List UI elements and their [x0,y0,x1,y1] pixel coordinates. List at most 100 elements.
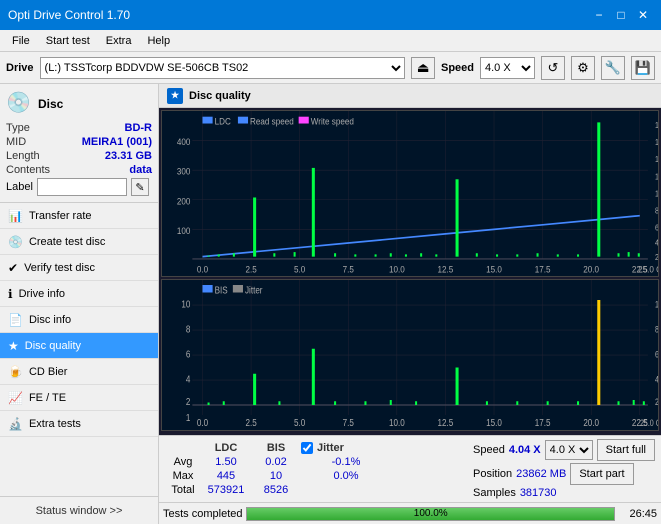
position-value: 23862 MB [516,468,566,480]
svg-text:2: 2 [186,396,191,407]
svg-text:20.0: 20.0 [583,417,599,428]
menu-help[interactable]: Help [139,33,178,49]
label-text: Label [6,181,33,193]
extra-tests-icon: 🔬 [8,417,23,431]
start-part-button[interactable]: Start part [570,463,633,485]
mid-label: MID [6,136,26,148]
svg-text:Write speed: Write speed [311,116,354,127]
total-ldc: 573921 [201,483,251,497]
nav-create-test-disc[interactable]: 💿 Create test disc [0,229,158,255]
nav-extra-tests[interactable]: 🔬 Extra tests [0,411,158,437]
verify-test-disc-icon: ✔ [8,261,18,275]
bis-chart-svg: 10 8 6 4 2 1 10% 8% 6% 4% 2% 0.0 2.5 5.0 [162,280,658,430]
nav-transfer-rate[interactable]: 📊 Transfer rate [0,203,158,229]
contents-label: Contents [6,164,50,176]
disc-length-row: Length 23.31 GB [6,150,152,162]
speed-result-select[interactable]: 4.0 X [545,440,593,460]
jitter-checkbox[interactable] [301,442,313,454]
save-button[interactable]: 💾 [631,56,655,80]
nav-drive-info[interactable]: ℹ Drive info [0,281,158,307]
max-jitter: 0.0% [301,469,391,483]
menu-extra[interactable]: Extra [98,33,140,49]
samples-value: 381730 [520,487,557,499]
disc-quality-title: Disc quality [189,90,251,102]
svg-text:5.0: 5.0 [294,264,305,275]
samples-label: Samples [473,487,516,499]
svg-text:8%: 8% [655,325,658,335]
nav-disc-info[interactable]: 📄 Disc info [0,307,158,333]
nav-fe-te[interactable]: 📈 FE / TE [0,385,158,411]
svg-text:17.5: 17.5 [535,417,551,428]
svg-text:8: 8 [186,324,191,335]
ldc-chart: 400 300 200 100 18X 16X 14X 12X 10X 8X 6… [161,110,659,277]
close-button[interactable]: ✕ [633,5,653,25]
create-test-disc-icon: 💿 [8,235,23,249]
label-row: Label ✎ [6,178,152,196]
disc-icon: 💿 [6,90,34,118]
charts-area: 400 300 200 100 18X 16X 14X 12X 10X 8X 6… [159,108,661,435]
svg-text:7.5: 7.5 [343,264,354,275]
svg-text:0.0: 0.0 [197,417,208,428]
start-full-button[interactable]: Start full [597,439,655,461]
nav-cd-bier[interactable]: 🍺 CD Bier [0,359,158,385]
nav-label-fe-te: FE / TE [29,392,66,404]
app-title: Opti Drive Control 1.70 [8,8,130,22]
samples-row: Samples 381730 [473,487,655,499]
refresh-button[interactable]: ↺ [541,56,565,80]
svg-text:25.0 GB: 25.0 GB [640,419,658,429]
drive-bar: Drive (L:) TSSTcorp BDDVDW SE-506CB TS02… [0,52,661,84]
contents-value: data [129,164,152,176]
nav-disc-quality[interactable]: ★ Disc quality [0,333,158,359]
bis-chart: 10 8 6 4 2 1 10% 8% 6% 4% 2% 0.0 2.5 5.0 [161,279,659,431]
total-bis: 8526 [251,483,301,497]
mid-value: MEIRA1 (001) [82,136,152,148]
nav-label-verify-test-disc: Verify test disc [24,262,95,274]
svg-text:25.0 GB: 25.0 GB [638,264,658,275]
svg-text:2.5: 2.5 [245,264,256,275]
fe-te-icon: 📈 [8,391,23,405]
eject-button[interactable]: ⏏ [411,57,435,79]
svg-text:10: 10 [181,299,190,310]
status-text: Tests completed [163,508,242,520]
svg-text:8X: 8X [655,206,658,216]
svg-text:10.0: 10.0 [389,264,405,275]
minimize-button[interactable]: − [589,5,609,25]
type-label: Type [6,122,30,134]
label-input[interactable] [37,178,127,196]
nav-label-disc-info: Disc info [29,314,71,326]
menu-start-test[interactable]: Start test [38,33,98,49]
status-window-button[interactable]: Status window >> [0,496,158,524]
svg-text:200: 200 [177,196,191,207]
progress-percent-text: 100.0% [247,508,614,520]
menu-file[interactable]: File [4,33,38,49]
transfer-rate-icon: 📊 [8,209,23,223]
speed-row: Speed 4.04 X 4.0 X Start full [473,439,655,461]
main-layout: 💿 Disc Type BD-R MID MEIRA1 (001) Length… [0,84,661,524]
svg-text:10X: 10X [655,189,658,199]
jitter-col-header: Jitter [315,441,346,455]
title-bar: Opti Drive Control 1.70 − □ ✕ [0,0,661,30]
speed-value: 4.04 X [509,444,541,456]
total-jitter-empty [301,483,391,497]
ldc-chart-svg: 400 300 200 100 18X 16X 14X 12X 10X 8X 6… [162,111,658,276]
max-label: Max [165,469,201,483]
nav-label-transfer-rate: Transfer rate [29,210,92,222]
maximize-button[interactable]: □ [611,5,631,25]
another-button[interactable]: 🔧 [601,56,625,80]
drive-select[interactable]: (L:) TSSTcorp BDDVDW SE-506CB TS02 [40,57,405,79]
label-edit-button[interactable]: ✎ [131,178,149,196]
length-value: 23.31 GB [105,150,152,162]
avg-jitter: -0.1% [301,455,391,469]
nav-label-create-test-disc: Create test disc [29,236,105,248]
settings-button[interactable]: ⚙ [571,56,595,80]
svg-text:6: 6 [186,349,191,360]
svg-text:2.5: 2.5 [245,417,256,428]
nav-label-disc-quality: Disc quality [25,340,81,352]
length-label: Length [6,150,40,162]
speed-select[interactable]: 4.0 X [480,57,535,79]
drive-label: Drive [6,62,34,74]
avg-ldc: 1.50 [201,455,251,469]
nav-verify-test-disc[interactable]: ✔ Verify test disc [0,255,158,281]
sidebar: 💿 Disc Type BD-R MID MEIRA1 (001) Length… [0,84,159,524]
disc-title: Disc [38,97,63,111]
